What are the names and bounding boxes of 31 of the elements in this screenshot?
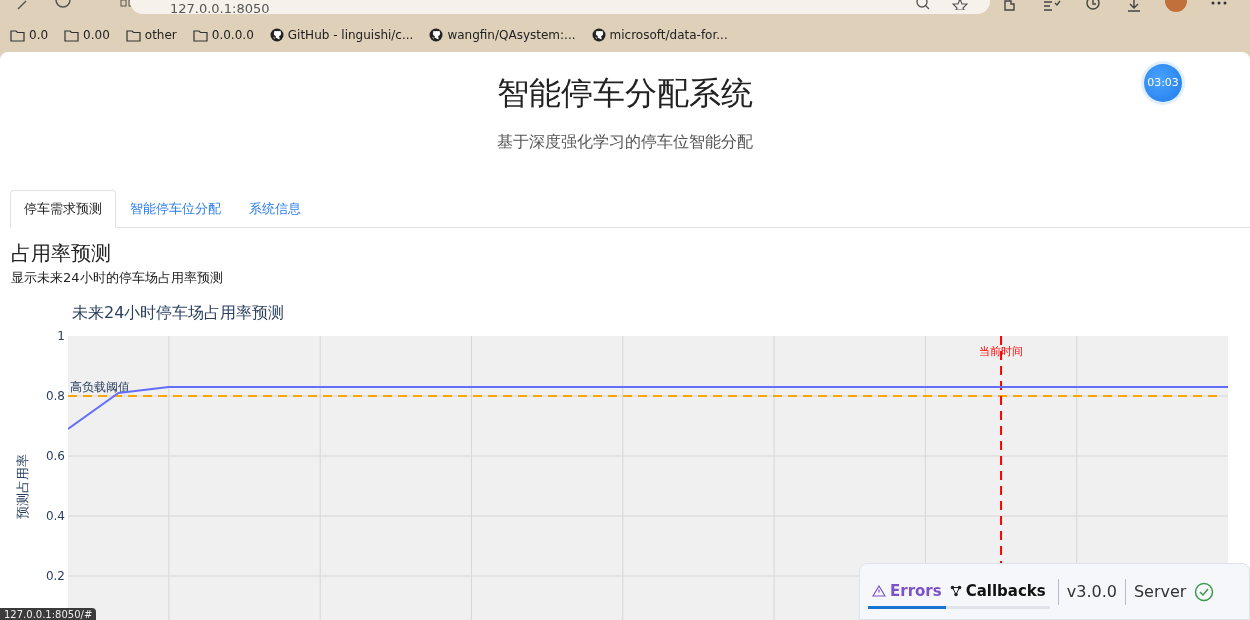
bookmark-link[interactable]: 0.0.0.0 [188,24,258,46]
bookmark-link[interactable]: GitHub - linguishi/c... [265,24,418,46]
timer-badge: 03:03 [1144,64,1182,102]
bookmark-link[interactable]: 0.0 [6,24,53,46]
y-tick-label: 1 [57,328,65,343]
bookmark-link[interactable]: microsoft/data-for... [587,24,732,46]
y-tick-label: 0.2 [45,568,65,583]
current-time-label: 当前时间 [979,344,1024,358]
tab[interactable]: 停车需求预测 [10,190,116,228]
bookmark-link[interactable]: wangfin/QAsystem:... [425,24,580,46]
section-heading: 占用率预测 [11,239,112,266]
page-title: 智能停车分配系统 [497,74,753,112]
chart-title: 未来24小时停车场占用率预测 [72,303,286,323]
tab[interactable]: 系统信息 [235,190,315,228]
section-description: 显示未来24小时的停车场占用率预测 [11,268,224,287]
tab[interactable]: 智能停车位分配 [116,190,235,228]
y-tick-label: 0.4 [45,508,65,523]
status-url: 127.0.0.1:8050/# [0,608,97,620]
url-text: 127.0.0.1:8050 [170,2,270,15]
address-bar[interactable]: 127.0.0.1:8050 [130,0,990,14]
debug-tab[interactable]: Callbacks [945,573,1050,610]
threshold-label: 高负载阈值 [70,379,130,394]
bookmark-link[interactable]: 0.00 [60,24,114,46]
page-subtitle: 基于深度强化学习的停车位智能分配 [496,131,754,154]
debug-tab[interactable]: Errors [868,573,946,610]
bookmark-link[interactable]: other [121,24,181,46]
version-label: v3.0.0 [1066,580,1117,603]
y-tick-label: 0.8 [45,388,65,403]
server-label: Server [1133,580,1187,603]
y-axis-title: 预测占用率 [15,453,30,519]
y-tick-label: 0.6 [45,448,65,463]
